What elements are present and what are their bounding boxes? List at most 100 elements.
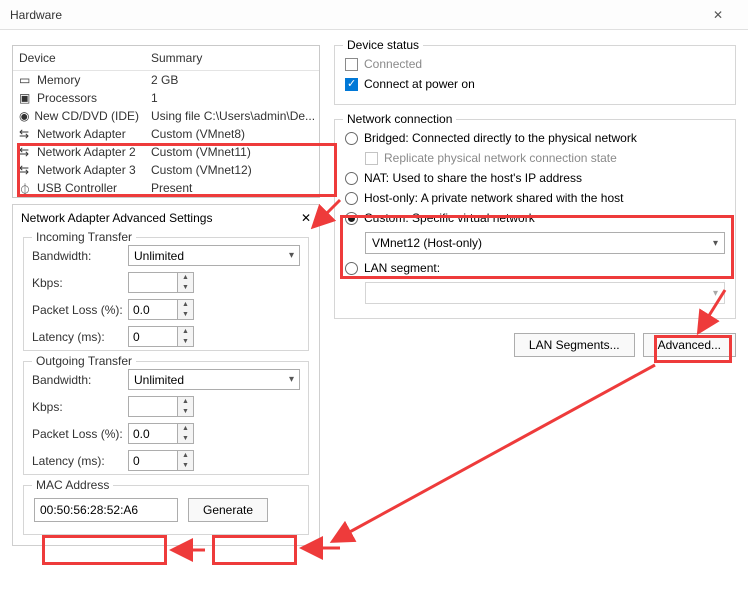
outgoing-group: Outgoing Transfer Bandwidth: Unlimited▾ … <box>23 361 309 475</box>
table-row[interactable]: ⇆ Network Adapter 3 Custom (VMnet12) <box>13 161 319 179</box>
mac-group: MAC Address Generate <box>23 485 309 535</box>
advanced-settings-title: Network Adapter Advanced Settings <box>21 211 301 225</box>
mac-address-input[interactable] <box>34 498 178 522</box>
outgoing-title: Outgoing Transfer <box>32 354 136 368</box>
network-connection-title: Network connection <box>343 112 456 126</box>
spin-up-icon[interactable]: ▲ <box>178 327 193 337</box>
kbps-input[interactable] <box>128 396 178 417</box>
lanseg-select: ▾ <box>365 282 725 304</box>
device-summary: Present <box>145 179 319 197</box>
incoming-group: Incoming Transfer Bandwidth: Unlimited▾ … <box>23 237 309 351</box>
kbps-label: Kbps: <box>32 276 128 290</box>
table-row[interactable]: ◉New CD/DVD (IDE) Using file C:\Users\ad… <box>13 107 319 125</box>
device-name: USB Controller <box>37 181 117 195</box>
bandwidth-label: Bandwidth: <box>32 373 128 387</box>
device-name: Network Adapter <box>37 127 126 141</box>
spin-up-icon[interactable]: ▲ <box>178 424 193 434</box>
bandwidth-combo[interactable]: Unlimited▾ <box>128 245 300 266</box>
replicate-label: Replicate physical network connection st… <box>384 151 617 165</box>
device-summary: Custom (VMnet8) <box>145 125 319 143</box>
device-name: Processors <box>37 91 97 105</box>
connected-checkbox[interactable] <box>345 58 358 71</box>
kbps-input[interactable] <box>128 272 178 293</box>
device-status-title: Device status <box>343 38 423 52</box>
packetloss-label: Packet Loss (%): <box>32 427 128 441</box>
packetloss-input[interactable] <box>128 423 178 444</box>
spin-up-icon[interactable]: ▲ <box>178 273 193 283</box>
memory-icon: ▭ <box>19 73 33 87</box>
spin-down-icon[interactable]: ▼ <box>178 337 193 347</box>
advanced-settings-titlebar: Network Adapter Advanced Settings ✕ <box>13 205 319 231</box>
spin-down-icon[interactable]: ▼ <box>178 407 193 417</box>
custom-label: Custom: Specific virtual network <box>364 211 535 225</box>
left-column: Device Summary ▭ Memory 2 GB ▣ Processors … <box>12 45 320 546</box>
device-summary: 1 <box>145 89 319 107</box>
combo-value: Unlimited <box>134 249 184 263</box>
latency-input[interactable] <box>128 326 178 347</box>
custom-network-select[interactable]: VMnet12 (Host-only)▾ <box>365 232 725 254</box>
advanced-button[interactable]: Advanced... <box>643 333 736 357</box>
bridged-radio[interactable] <box>345 132 358 145</box>
chevron-down-icon: ▾ <box>289 374 294 385</box>
button-label: Generate <box>203 503 253 517</box>
replicate-checkbox <box>365 152 378 165</box>
connected-label: Connected <box>364 57 422 71</box>
spin-down-icon[interactable]: ▼ <box>178 310 193 320</box>
window-title: Hardware <box>10 8 698 22</box>
packetloss-input[interactable] <box>128 299 178 320</box>
disc-icon: ◉ <box>19 109 30 123</box>
generate-button[interactable]: Generate <box>188 498 268 522</box>
close-icon[interactable]: ✕ <box>698 8 738 22</box>
kbps-stepper[interactable]: ▲▼ <box>128 272 194 293</box>
lanseg-label: LAN segment: <box>364 261 440 275</box>
latency-stepper[interactable]: ▲▼ <box>128 326 194 347</box>
close-icon[interactable]: ✕ <box>301 211 311 225</box>
bandwidth-label: Bandwidth: <box>32 249 128 263</box>
cpu-icon: ▣ <box>19 91 33 105</box>
chevron-down-icon: ▾ <box>713 238 718 249</box>
latency-input[interactable] <box>128 450 178 471</box>
packetloss-stepper[interactable]: ▲▼ <box>128 299 194 320</box>
lan-segments-button[interactable]: LAN Segments... <box>514 333 635 357</box>
table-row[interactable]: ▭ Memory 2 GB <box>13 71 319 89</box>
network-icon: ⇆ <box>19 163 33 177</box>
table-row[interactable]: ▣ Processors 1 <box>13 89 319 107</box>
combo-value: Unlimited <box>134 373 184 387</box>
spin-up-icon[interactable]: ▲ <box>178 300 193 310</box>
kbps-stepper[interactable]: ▲▼ <box>128 396 194 417</box>
packetloss-stepper[interactable]: ▲▼ <box>128 423 194 444</box>
device-table-header: Device Summary <box>13 46 319 71</box>
nat-label: NAT: Used to share the host's IP address <box>364 171 582 185</box>
network-icon: ⇆ <box>19 145 33 159</box>
main-area: Device Summary ▭ Memory 2 GB ▣ Processors … <box>0 30 748 546</box>
table-row[interactable]: ⇆Network Adapter Custom (VMnet8) <box>13 125 319 143</box>
spin-down-icon[interactable]: ▼ <box>178 434 193 444</box>
device-name: Network Adapter 3 <box>37 163 136 177</box>
device-summary: Custom (VMnet12) <box>145 161 319 179</box>
poweron-checkbox[interactable] <box>345 78 358 91</box>
spin-up-icon[interactable]: ▲ <box>178 451 193 461</box>
custom-radio[interactable] <box>345 212 358 225</box>
titlebar: Hardware ✕ <box>0 0 748 30</box>
table-row[interactable]: ⏀ USB Controller Present <box>13 179 319 197</box>
device-summary: 2 GB <box>145 71 319 89</box>
device-summary: Using file C:\Users\admin\De... <box>145 107 319 125</box>
table-row[interactable]: ⇆Network Adapter 2 Custom (VMnet11) <box>13 143 319 161</box>
usb-icon: ⏀ <box>19 181 33 195</box>
lanseg-radio[interactable] <box>345 262 358 275</box>
latency-label: Latency (ms): <box>32 330 128 344</box>
bandwidth-combo[interactable]: Unlimited ▾ <box>128 369 300 390</box>
hostonly-radio[interactable] <box>345 192 358 205</box>
nat-radio[interactable] <box>345 172 358 185</box>
device-name: Memory <box>37 73 80 87</box>
incoming-title: Incoming Transfer <box>32 230 136 244</box>
header-device: Device <box>13 46 145 70</box>
spin-up-icon[interactable]: ▲ <box>178 397 193 407</box>
header-summary: Summary <box>145 46 319 70</box>
spin-down-icon[interactable]: ▼ <box>178 283 193 293</box>
mac-title: MAC Address <box>32 478 113 492</box>
spin-down-icon[interactable]: ▼ <box>178 461 193 471</box>
kbps-label: Kbps: <box>32 400 128 414</box>
chevron-down-icon: ▾ <box>713 288 718 299</box>
latency-stepper[interactable]: ▲▼ <box>128 450 194 471</box>
